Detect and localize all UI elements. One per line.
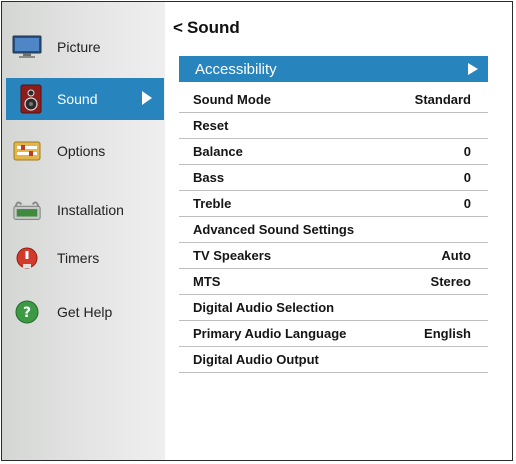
chevron-right-icon [142, 91, 152, 105]
tv-monitor-icon [12, 33, 42, 61]
sidebar-item-options[interactable]: Options [2, 130, 165, 172]
menu-item-label: Sound Mode [193, 92, 271, 107]
menu-item-value: English [424, 326, 471, 341]
sidebar: Picture Sound Options Installation Timer… [2, 2, 165, 460]
help-icon: ? [12, 298, 42, 326]
installation-icon [12, 196, 42, 224]
menu-item-digital-audio-output[interactable]: Digital Audio Output [179, 347, 488, 373]
sound-menu-panel: < Sound Accessibility Sound Mode Standard… [165, 2, 512, 460]
back-icon[interactable]: < [173, 18, 183, 37]
sidebar-item-label: Installation [57, 202, 124, 218]
sidebar-item-label: Picture [57, 39, 101, 55]
menu-item-treble[interactable]: Treble 0 [179, 191, 488, 217]
menu-item-label: Accessibility [195, 60, 277, 78]
page-title: < Sound [173, 18, 240, 38]
menu-item-digital-audio-selection[interactable]: Digital Audio Selection [179, 295, 488, 321]
menu-item-label: Advanced Sound Settings [193, 222, 355, 237]
menu-item-accessibility[interactable]: Accessibility [179, 56, 488, 82]
menu-item-balance[interactable]: Balance 0 [179, 139, 488, 165]
tv-settings-window: Picture Sound Options Installation Timer… [1, 1, 513, 461]
menu-item-sound-mode[interactable]: Sound Mode Standard [179, 87, 488, 113]
menu-item-label: Bass [193, 170, 225, 185]
menu-item-mts[interactable]: MTS Stereo [179, 269, 488, 295]
menu-item-label: Treble [193, 196, 232, 211]
menu-item-tv-speakers[interactable]: TV Speakers Auto [179, 243, 488, 269]
menu-item-value: 0 [463, 144, 471, 159]
menu-item-label: Balance [193, 144, 243, 159]
menu-item-label: MTS [193, 274, 221, 289]
sidebar-item-installation[interactable]: Installation [2, 189, 165, 231]
sidebar-item-label: Timers [57, 250, 100, 266]
sidebar-item-timers[interactable]: Timers [2, 237, 165, 279]
menu-item-label: Digital Audio Output [193, 352, 319, 367]
menu-item-label: Reset [193, 118, 229, 133]
sidebar-item-get-help[interactable]: ? Get Help [2, 291, 165, 333]
sidebar-item-sound[interactable]: Sound [6, 78, 164, 120]
svg-text:?: ? [23, 305, 31, 321]
menu-item-primary-audio-language[interactable]: Primary Audio Language English [179, 321, 488, 347]
menu-item-value: Standard [414, 92, 471, 107]
menu-item-value: 0 [463, 196, 471, 211]
sidebar-item-label: Get Help [57, 304, 113, 320]
options-icon [12, 137, 42, 165]
page-title-text: Sound [186, 18, 240, 37]
menu-item-label: TV Speakers [193, 248, 272, 263]
menu-item-advanced-sound-settings[interactable]: Advanced Sound Settings [179, 217, 488, 243]
menu-item-value: Auto [441, 248, 471, 263]
menu-item-bass[interactable]: Bass 0 [179, 165, 488, 191]
menu-item-value: Stereo [430, 274, 471, 289]
chevron-right-icon [468, 63, 478, 75]
sidebar-item-label: Sound [57, 91, 98, 107]
sidebar-item-picture[interactable]: Picture [2, 26, 165, 68]
menu-item-label: Primary Audio Language [193, 326, 347, 341]
menu-item-label: Digital Audio Selection [193, 300, 335, 315]
speaker-icon [16, 84, 46, 114]
timer-icon [12, 244, 42, 272]
menu-item-reset[interactable]: Reset [179, 113, 488, 139]
sidebar-item-label: Options [57, 143, 106, 159]
menu-item-value: 0 [463, 170, 471, 185]
